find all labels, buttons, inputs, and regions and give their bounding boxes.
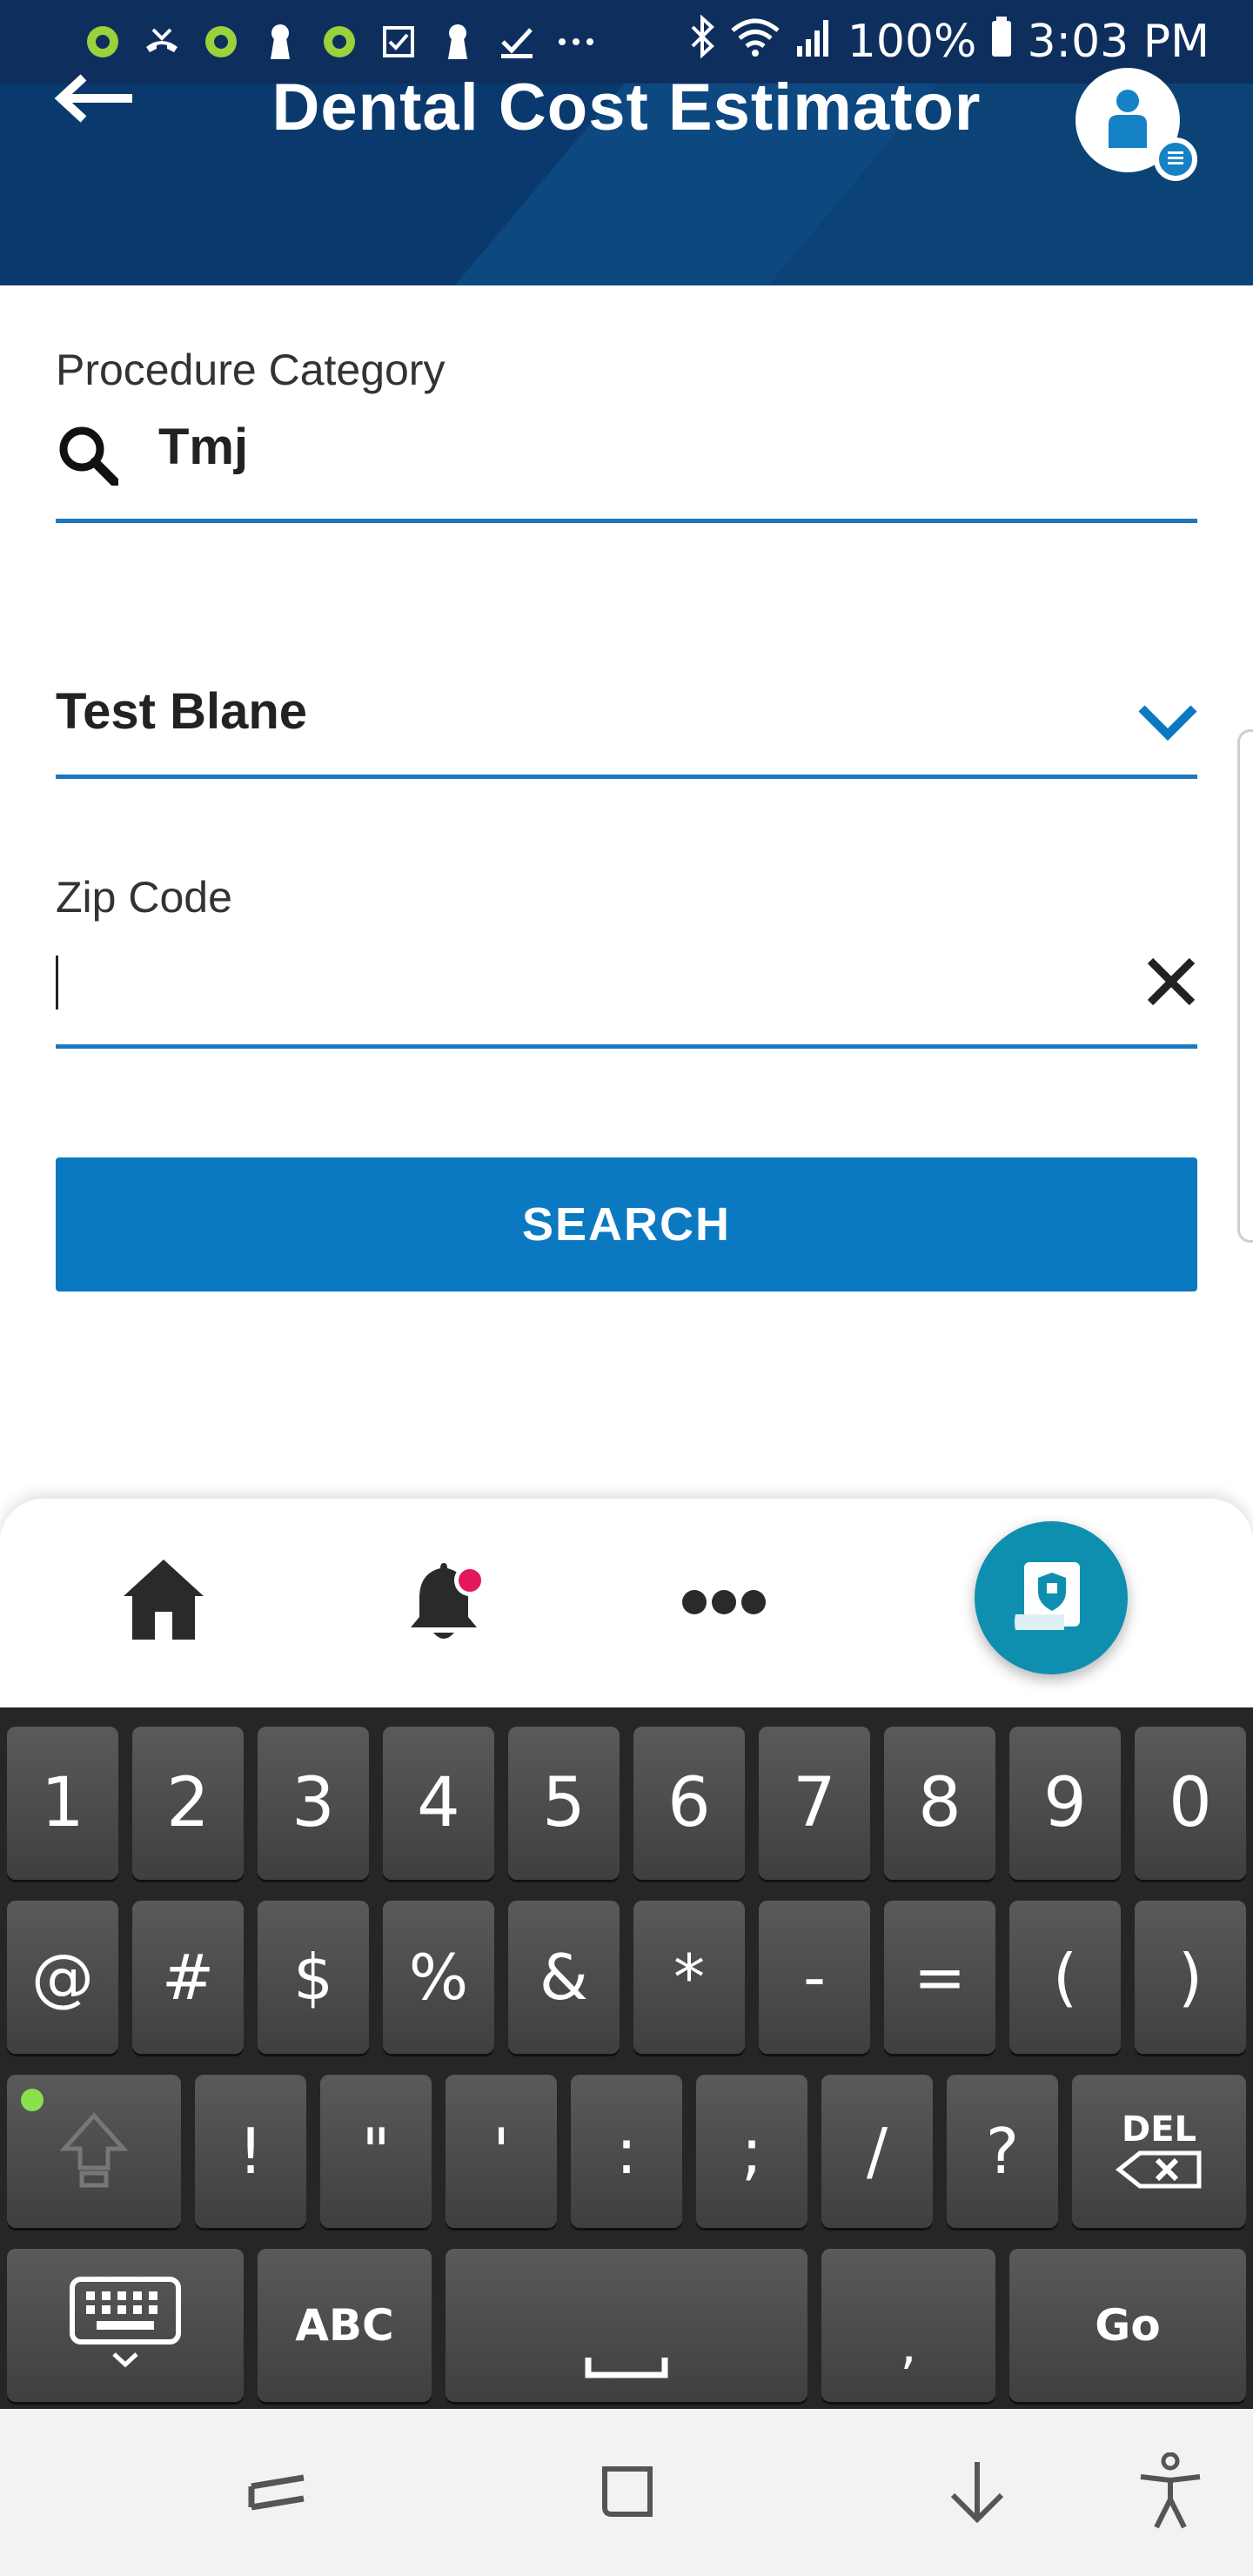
- key-equals[interactable]: =: [884, 1901, 995, 2054]
- checkbox-icon: [379, 23, 418, 61]
- backspace-icon: [1115, 2150, 1203, 2193]
- signal-icon: [795, 15, 834, 70]
- notification-icons: [84, 16, 595, 68]
- clock: 3:03 PM: [1027, 16, 1209, 68]
- back-system-button[interactable]: [938, 2454, 1016, 2532]
- battery-icon: [990, 15, 1013, 70]
- more-dots-icon[interactable]: [679, 1580, 769, 1624]
- arrow-down-icon: [942, 2457, 1012, 2531]
- scrollbar[interactable]: [1237, 729, 1253, 1243]
- procedure-category-underline: [56, 519, 1197, 523]
- notification-badge: [454, 1565, 486, 1596]
- keyboard-hide-key[interactable]: [7, 2249, 244, 2402]
- keyhole-icon: [439, 23, 477, 61]
- chevron-down-icon[interactable]: [1136, 703, 1199, 746]
- key-2[interactable]: 2: [132, 1727, 244, 1880]
- key-close-paren[interactable]: ): [1135, 1901, 1246, 2054]
- keyhole-icon: [261, 23, 299, 61]
- square-icon: [593, 2457, 662, 2531]
- delete-key[interactable]: DEL: [1072, 2075, 1246, 2228]
- key-7[interactable]: 7: [759, 1727, 870, 1880]
- key-6[interactable]: 6: [633, 1727, 745, 1880]
- shift-arrow-icon: [59, 2110, 129, 2192]
- procedure-category-input[interactable]: Tmj: [158, 418, 248, 476]
- key-percent[interactable]: %: [383, 1901, 494, 2054]
- app-icon: [202, 23, 240, 61]
- accessibility-button[interactable]: [1131, 2452, 1209, 2535]
- missed-call-icon: [143, 23, 181, 61]
- id-card-shield-icon: [1012, 1557, 1090, 1640]
- member-select[interactable]: Test Blane: [56, 682, 307, 741]
- app-icon: [84, 23, 122, 61]
- zip-code-label: Zip Code: [56, 873, 232, 922]
- key-question[interactable]: ?: [947, 2075, 1058, 2228]
- zip-code-underline: [56, 1044, 1197, 1049]
- key-semicolon[interactable]: ;: [696, 2075, 807, 2228]
- key-9[interactable]: 9: [1009, 1727, 1121, 1880]
- key-single-quote[interactable]: ': [446, 2075, 557, 2228]
- clear-icon[interactable]: [1145, 956, 1197, 1012]
- recent-apps-button[interactable]: [238, 2454, 317, 2532]
- download-done-icon: [498, 23, 536, 61]
- keyboard-icon: [69, 2276, 182, 2375]
- key-open-paren[interactable]: (: [1009, 1901, 1121, 2054]
- text-caret: [56, 956, 58, 1010]
- procedure-category-label: Procedure Category: [56, 345, 446, 394]
- key-3[interactable]: 3: [258, 1727, 369, 1880]
- shift-indicator: [21, 2089, 44, 2111]
- home-icon[interactable]: [118, 1554, 209, 1645]
- page-title: Dental Cost Estimator: [271, 70, 982, 144]
- abc-key[interactable]: ABC: [258, 2249, 432, 2402]
- comma-key[interactable]: ,: [821, 2249, 995, 2402]
- battery-percent: 100%: [847, 16, 977, 68]
- search-icon: [56, 423, 120, 490]
- claims-fab[interactable]: [975, 1521, 1128, 1674]
- search-button[interactable]: SEARCH: [56, 1157, 1197, 1291]
- key-1[interactable]: 1: [7, 1727, 118, 1880]
- key-0[interactable]: 0: [1135, 1727, 1246, 1880]
- key-colon[interactable]: :: [571, 2075, 682, 2228]
- key-exclamation[interactable]: !: [195, 2075, 306, 2228]
- key-5[interactable]: 5: [508, 1727, 620, 1880]
- more-icon: [557, 23, 595, 61]
- key-dollar[interactable]: $: [258, 1901, 369, 2054]
- accessibility-icon: [1136, 2452, 1205, 2535]
- go-key[interactable]: Go: [1009, 2249, 1246, 2402]
- home-system-button[interactable]: [588, 2454, 667, 2532]
- key-8[interactable]: 8: [884, 1727, 995, 1880]
- wifi-icon: [729, 15, 781, 70]
- delete-key-label: DEL: [1121, 2110, 1196, 2150]
- user-icon: [1103, 87, 1152, 154]
- key-double-quote[interactable]: ": [320, 2075, 432, 2228]
- recent-apps-icon: [243, 2457, 312, 2531]
- menu-icon: [1166, 150, 1185, 170]
- key-hash[interactable]: #: [132, 1901, 244, 2054]
- key-minus[interactable]: -: [759, 1901, 870, 2054]
- bluetooth-icon: [689, 13, 715, 70]
- key-4[interactable]: 4: [383, 1727, 494, 1880]
- menu-badge[interactable]: [1154, 138, 1197, 181]
- space-key[interactable]: [446, 2249, 807, 2402]
- status-right: 100% 3:03 PM: [689, 13, 1209, 70]
- key-asterisk[interactable]: *: [633, 1901, 745, 2054]
- key-ampersand[interactable]: &: [508, 1901, 620, 2054]
- member-select-underline: [56, 775, 1197, 779]
- key-at[interactable]: @: [7, 1901, 118, 2054]
- space-bar-icon: [585, 2354, 668, 2384]
- key-slash[interactable]: /: [821, 2075, 933, 2228]
- app-icon: [320, 23, 358, 61]
